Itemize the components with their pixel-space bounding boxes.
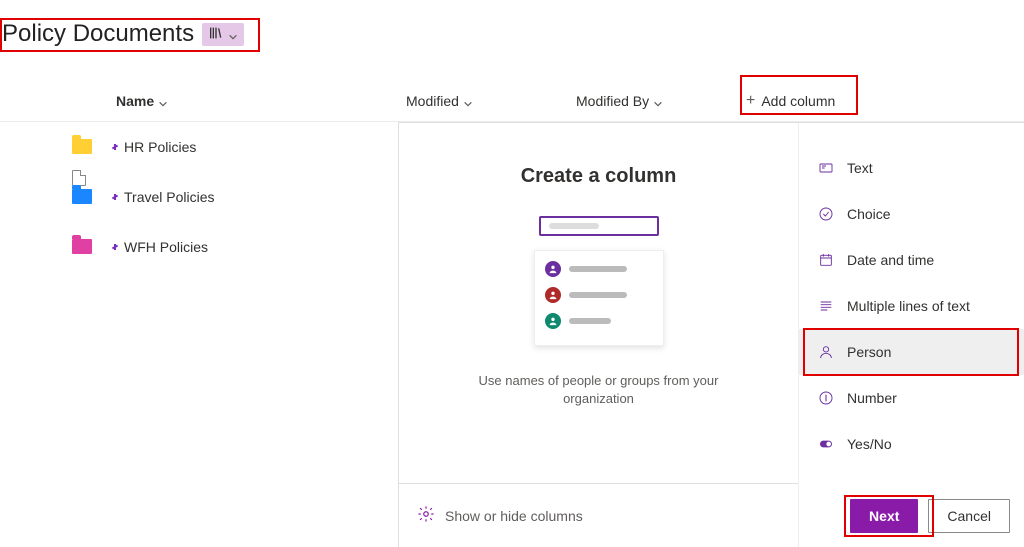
item-name: WFH Policies xyxy=(124,239,208,255)
column-type-label: Choice xyxy=(847,206,891,222)
column-type-list: Text Choice Date and time Multiple lines… xyxy=(798,123,1024,547)
item-name: Travel Policies xyxy=(124,189,215,205)
column-header-modified-by-label: Modified By xyxy=(576,93,649,109)
calendar-icon xyxy=(817,251,835,269)
column-header-modified-label: Modified xyxy=(406,93,459,109)
chevron-down-icon xyxy=(653,96,663,106)
chevron-down-icon xyxy=(228,29,238,39)
new-indicator-icon xyxy=(110,192,120,202)
column-type-multiline[interactable]: Multiple lines of text xyxy=(799,283,1024,329)
folder-icon xyxy=(72,139,92,154)
books-icon xyxy=(208,25,224,44)
column-type-label: Number xyxy=(847,390,897,406)
panel-description: Use names of people or groups from your … xyxy=(469,372,729,408)
new-indicator-icon xyxy=(110,142,120,152)
create-column-panel: Create a column Use names of people or g… xyxy=(398,122,1024,547)
column-header-name[interactable]: Name xyxy=(116,93,406,109)
column-type-label: Person xyxy=(847,344,891,360)
cancel-button[interactable]: Cancel xyxy=(928,499,1010,533)
column-illustration xyxy=(529,216,669,346)
column-type-label: Date and time xyxy=(847,252,934,268)
show-hide-columns-label: Show or hide columns xyxy=(445,508,583,524)
column-header-modified[interactable]: Modified xyxy=(406,93,576,109)
folder-icon xyxy=(72,239,92,254)
library-icon-chip[interactable] xyxy=(202,23,244,46)
panel-preview: Create a column Use names of people or g… xyxy=(399,123,798,547)
plus-icon: + xyxy=(746,92,755,110)
add-column-button[interactable]: + Add column xyxy=(746,92,835,110)
panel-footer: Show or hide columns xyxy=(399,483,798,547)
toggle-icon xyxy=(817,435,835,453)
column-header-name-label: Name xyxy=(116,93,154,109)
new-indicator-icon xyxy=(110,242,120,252)
column-type-label: Text xyxy=(847,160,873,176)
gear-icon xyxy=(417,505,435,526)
multiline-icon xyxy=(817,297,835,315)
column-header-modified-by[interactable]: Modified By xyxy=(576,93,746,109)
text-icon xyxy=(817,159,835,177)
chevron-down-icon xyxy=(463,96,473,106)
library-title[interactable]: Policy Documents xyxy=(2,20,244,48)
column-type-number[interactable]: Number xyxy=(799,375,1024,421)
column-type-choice[interactable]: Choice xyxy=(799,191,1024,237)
column-type-label: Yes/No xyxy=(847,436,892,452)
folder-icon xyxy=(72,189,92,204)
library-title-text: Policy Documents xyxy=(2,20,194,48)
show-hide-columns-button[interactable]: Show or hide columns xyxy=(417,505,583,526)
column-type-text[interactable]: Text xyxy=(799,145,1024,191)
column-header-row: Name Modified Modified By + Add column xyxy=(0,80,1024,122)
add-column-label: Add column xyxy=(761,93,835,109)
column-type-person[interactable]: Person xyxy=(799,329,1024,375)
panel-action-buttons: Next Cancel xyxy=(850,499,1010,533)
next-button[interactable]: Next xyxy=(850,499,918,533)
item-name: HR Policies xyxy=(124,139,196,155)
number-icon xyxy=(817,389,835,407)
column-type-label: Multiple lines of text xyxy=(847,298,970,314)
choice-icon xyxy=(817,205,835,223)
column-type-date[interactable]: Date and time xyxy=(799,237,1024,283)
panel-title: Create a column xyxy=(521,165,677,188)
column-type-yesno[interactable]: Yes/No xyxy=(799,421,1024,467)
chevron-down-icon xyxy=(158,96,168,106)
person-icon xyxy=(817,343,835,361)
